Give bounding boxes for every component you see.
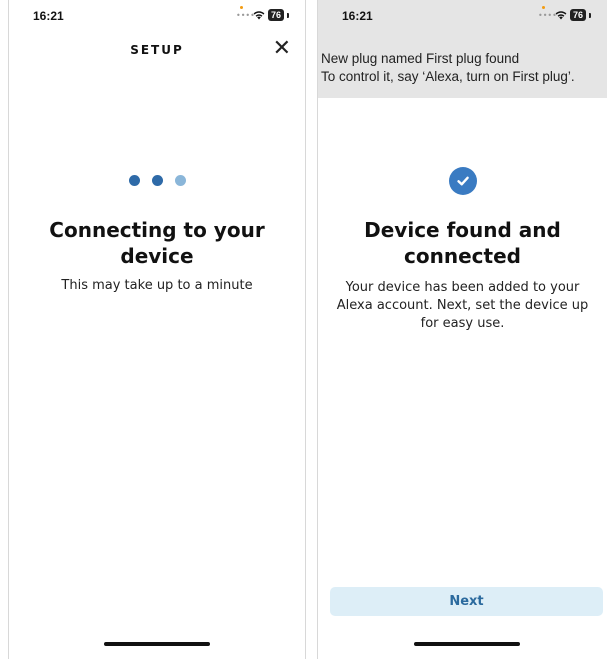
check-glyph <box>456 176 469 186</box>
next-button[interactable]: Next <box>330 587 603 616</box>
loading-indicator <box>9 175 305 186</box>
close-icon[interactable]: ✕ <box>273 38 291 60</box>
notification-line: New plug named First plug found <box>321 51 520 66</box>
found-subtext: Your device has been added to your Alexa… <box>336 280 589 331</box>
device-found-screen: 16:21 •••• 76 New plug named First plug … <box>317 0 607 659</box>
loading-dot <box>128 175 140 186</box>
status-bar: 16:21 •••• 76 <box>9 0 305 26</box>
status-time: 16:21 <box>342 9 373 23</box>
checkmark-icon <box>448 167 477 195</box>
connecting-subtext: This may take up to a minute <box>61 278 253 293</box>
connecting-heading: Connecting to your device <box>49 218 265 268</box>
notification-text: New plug named First plug found To contr… <box>321 50 607 86</box>
status-time: 16:21 <box>33 9 64 23</box>
loading-dot <box>151 175 163 186</box>
home-indicator[interactable] <box>414 642 520 646</box>
battery-icon: 76 <box>569 9 586 21</box>
setup-connecting-screen: 16:21 •••• 76 SETUP ✕ Connecting to your… <box>8 0 306 659</box>
page-title: SETUP <box>130 43 184 57</box>
status-icons: •••• 76 <box>538 6 591 21</box>
status-bar: 16:21 •••• 76 <box>318 0 607 26</box>
battery-icon: 76 <box>267 9 284 21</box>
status-icons: •••• 76 <box>236 6 289 21</box>
battery-cap <box>589 12 591 18</box>
found-heading: Device found and connected <box>364 218 561 268</box>
notification-line: To control it, say ‘Alexa, turn on First… <box>321 69 575 84</box>
notification-banner[interactable]: 16:21 •••• 76 New plug named First plug … <box>318 0 607 98</box>
signal-icon: •••• <box>538 6 557 21</box>
signal-icon: •••• <box>236 6 255 21</box>
battery-cap <box>287 12 289 18</box>
home-indicator[interactable] <box>104 642 210 646</box>
loading-dot <box>174 175 186 186</box>
